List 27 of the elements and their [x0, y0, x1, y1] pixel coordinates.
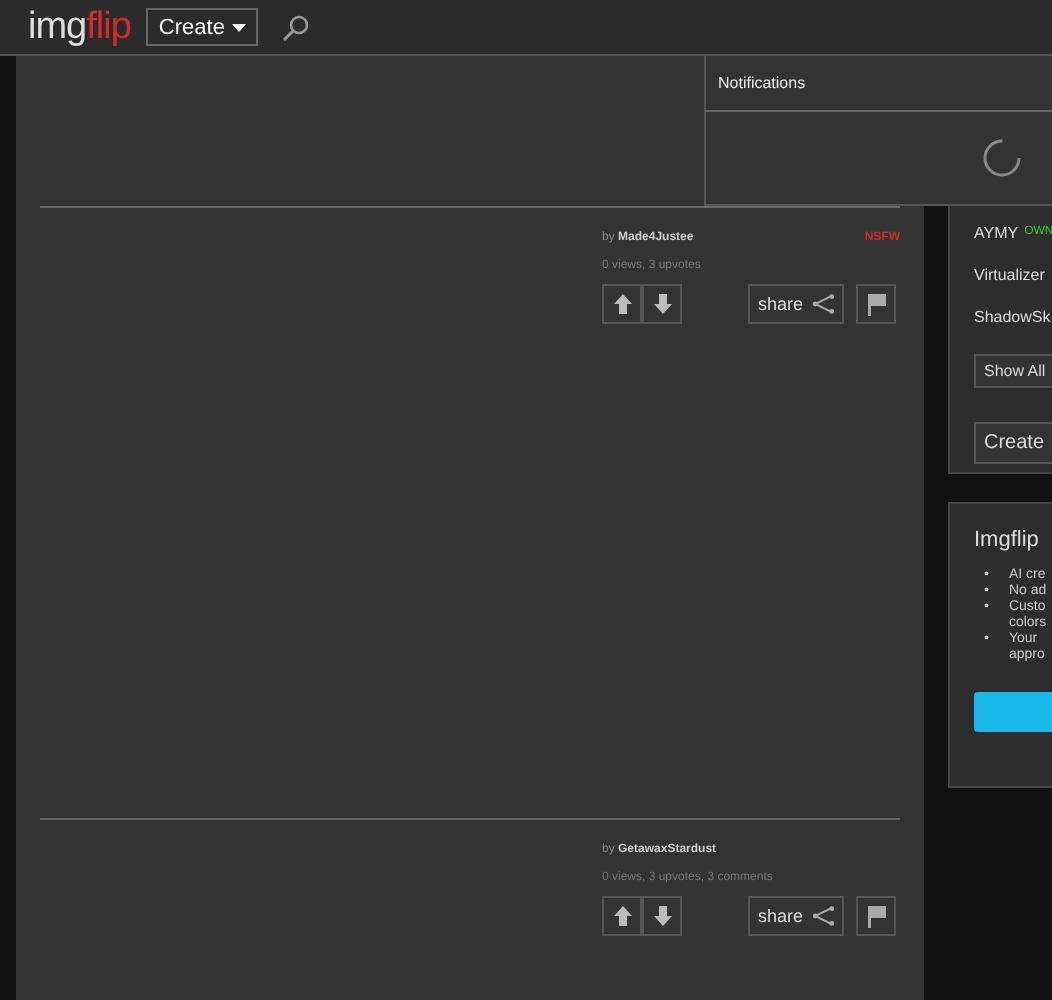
share-icon — [811, 904, 834, 928]
user-name[interactable]: Virtualizer — [974, 266, 1045, 308]
share-button[interactable]: share — [748, 896, 844, 936]
create-button[interactable]: Create — [974, 422, 1052, 464]
flag-icon — [867, 293, 885, 315]
logo[interactable]: imgflip — [28, 5, 131, 49]
flag-button[interactable] — [856, 896, 896, 936]
upvote-button[interactable] — [602, 284, 642, 324]
down-arrow-icon — [653, 906, 671, 926]
share-button[interactable]: share — [748, 284, 844, 324]
caret-icon — [232, 23, 247, 31]
search-icon[interactable] — [282, 13, 311, 41]
downvote-button[interactable] — [642, 284, 682, 324]
promo-title: Imgflip — [974, 528, 1041, 552]
share-icon — [811, 292, 834, 316]
down-arrow-icon — [653, 294, 671, 314]
notifications-title: Notifications — [706, 56, 1052, 112]
create-button[interactable]: Create — [146, 8, 259, 46]
flag-button[interactable] — [856, 284, 896, 324]
user-name[interactable]: ShadowSk — [974, 308, 1051, 350]
show-all-button[interactable]: Show All — [974, 354, 1052, 388]
upvote-button[interactable] — [602, 896, 642, 936]
user-name[interactable]: AYMY — [974, 224, 1019, 266]
flag-icon — [867, 905, 885, 927]
up-arrow-icon — [613, 906, 631, 926]
up-arrow-icon — [613, 294, 631, 314]
downvote-button[interactable] — [642, 896, 682, 936]
